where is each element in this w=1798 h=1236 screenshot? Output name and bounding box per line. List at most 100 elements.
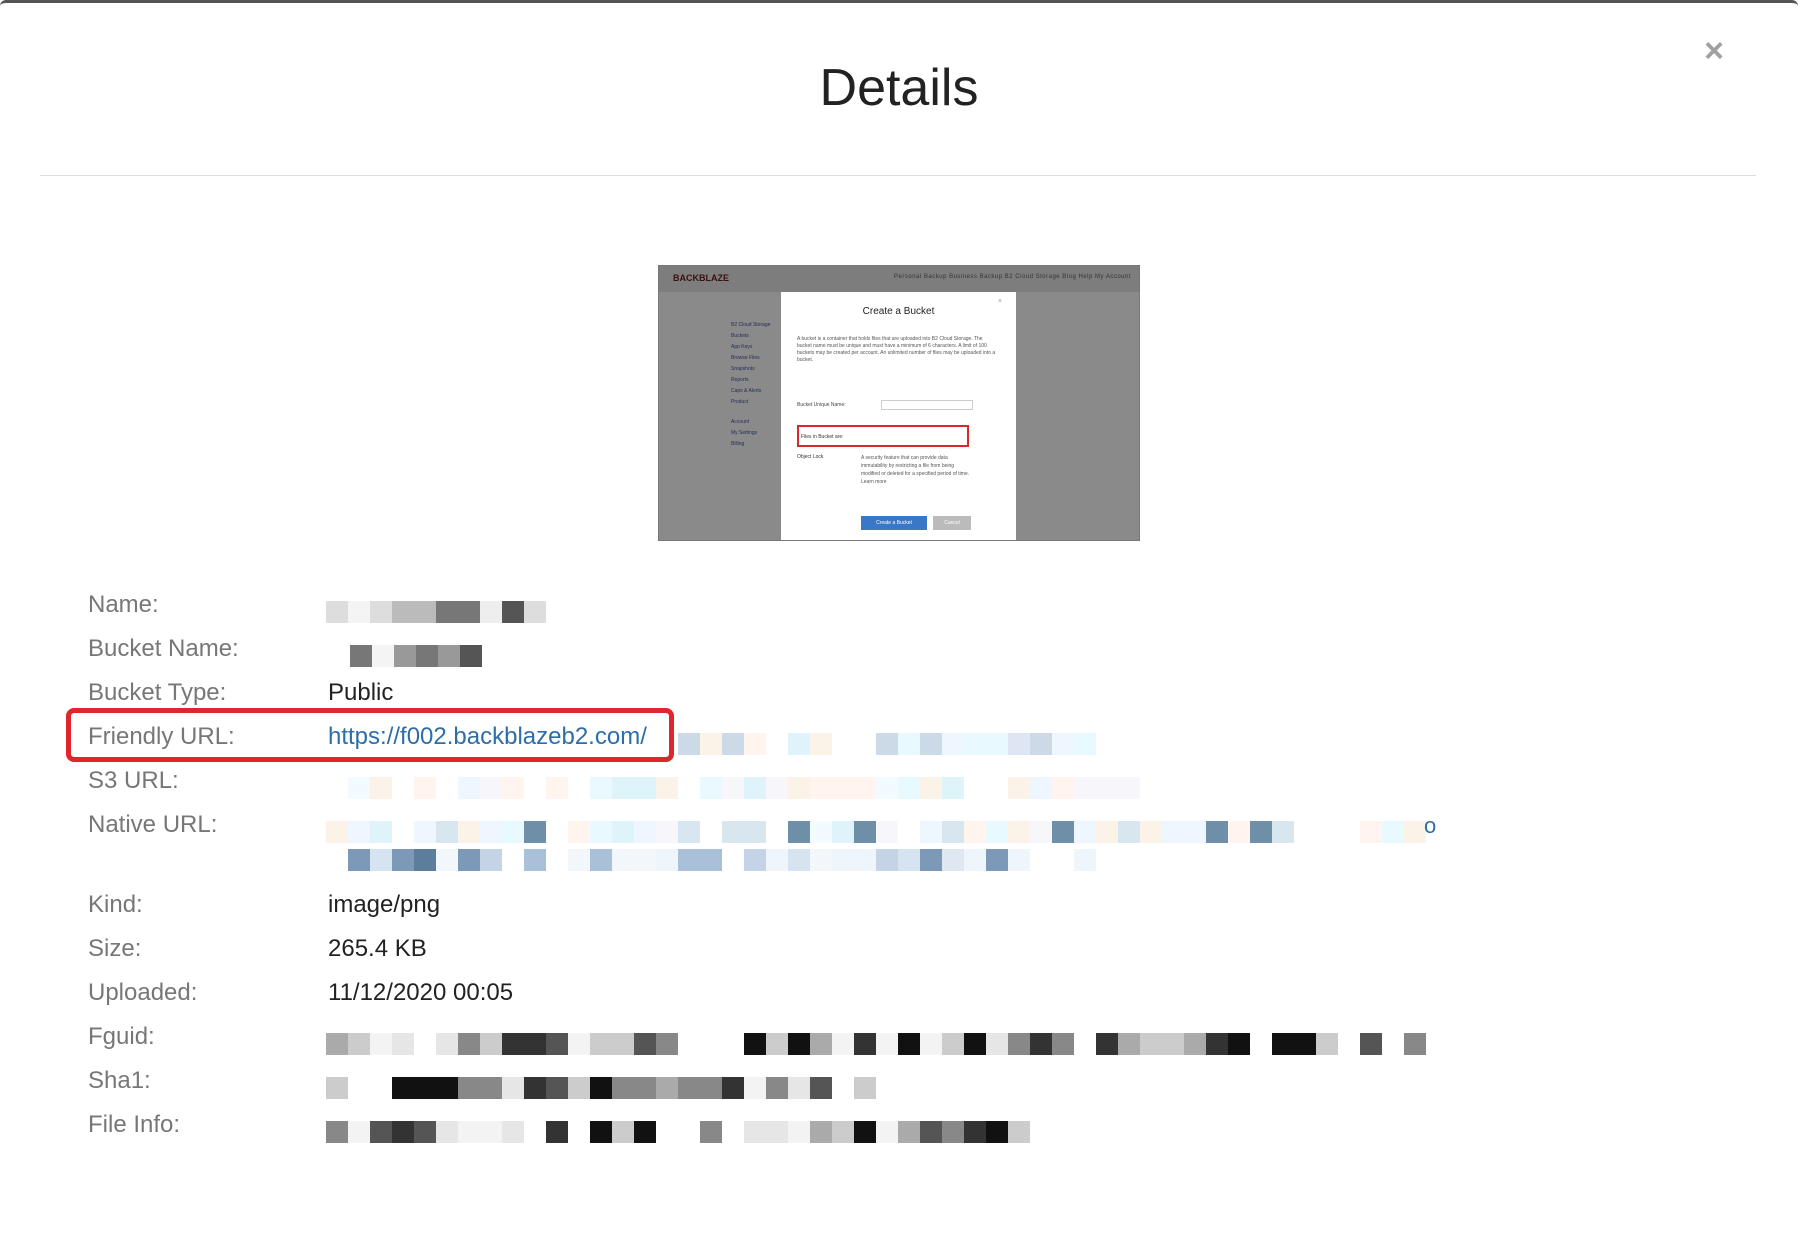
redaction-cell	[1338, 1033, 1360, 1055]
kind-label: Kind:	[88, 891, 143, 918]
redaction-cell	[438, 645, 460, 667]
redaction-cell	[590, 849, 612, 871]
redaction-cell	[678, 1121, 700, 1143]
sha1-label: Sha1:	[88, 1067, 151, 1094]
redaction-cell	[788, 1121, 810, 1143]
redaction-cell	[700, 821, 722, 843]
redaction-cell	[458, 1121, 480, 1143]
redaction-cell	[568, 821, 590, 843]
redaction-cell	[1360, 1033, 1382, 1055]
redaction-cell	[348, 849, 370, 871]
redaction-cell	[1008, 733, 1030, 755]
redaction-cell	[414, 1121, 436, 1143]
redaction-cell	[326, 601, 348, 623]
redaction-cell	[326, 1033, 348, 1055]
redaction-cell	[524, 777, 546, 799]
redaction-cell	[898, 821, 920, 843]
redaction-cell	[1140, 1033, 1162, 1055]
redaction-cell	[524, 849, 546, 871]
redaction-cell	[524, 601, 546, 623]
redaction-cell	[1118, 1033, 1140, 1055]
redaction-cell	[898, 849, 920, 871]
redaction-cell	[942, 1121, 964, 1143]
redaction-cell	[744, 849, 766, 871]
redaction-cell	[876, 849, 898, 871]
redaction-cell	[634, 1077, 656, 1099]
redaction-cell	[1074, 733, 1096, 755]
redaction-cell	[502, 1121, 524, 1143]
redaction-cell	[590, 821, 612, 843]
redaction-cell	[1074, 821, 1096, 843]
redaction-cell	[722, 849, 744, 871]
redaction-cell	[502, 1077, 524, 1099]
redaction-cell	[986, 1033, 1008, 1055]
preview-cancel-button: Cancel	[933, 516, 971, 530]
redaction-cell	[1030, 733, 1052, 755]
redaction-cell	[546, 849, 568, 871]
redaction-cell	[656, 1077, 678, 1099]
redaction-cell	[414, 1077, 436, 1099]
redaction-cell	[700, 849, 722, 871]
redaction-cell	[370, 1033, 392, 1055]
redaction-cell	[348, 1121, 370, 1143]
redaction-cell	[854, 1121, 876, 1143]
redaction-cell	[744, 1033, 766, 1055]
redaction-cell	[1052, 849, 1074, 871]
redaction-cell	[1030, 777, 1052, 799]
details-dialog: × Details BACKBLAZE Personal Backup Busi…	[0, 0, 1798, 1236]
redaction-cell	[612, 849, 634, 871]
redaction-cell	[788, 849, 810, 871]
redaction-cell	[898, 733, 920, 755]
redaction-cell	[370, 849, 392, 871]
redaction-cell	[436, 821, 458, 843]
redaction-cell	[722, 821, 744, 843]
redaction-cell	[568, 777, 590, 799]
redaction-cell	[348, 601, 370, 623]
redaction-cell	[1404, 1033, 1426, 1055]
redaction-cell	[634, 821, 656, 843]
redaction-cell	[370, 821, 392, 843]
redaction-cell	[458, 1077, 480, 1099]
preview-logo: BACKBLAZE	[673, 273, 729, 283]
preview-field-label: Bucket Unique Name:	[797, 402, 846, 408]
redaction-cell	[1008, 821, 1030, 843]
redaction-cell	[1272, 1033, 1294, 1055]
redaction-cell	[326, 849, 348, 871]
redaction-cell	[546, 777, 568, 799]
redaction-cell	[392, 1077, 414, 1099]
redaction-cell	[436, 849, 458, 871]
redaction-cell	[986, 1121, 1008, 1143]
redaction-cell	[656, 1121, 678, 1143]
redaction-cell	[656, 821, 678, 843]
redaction-cell	[524, 1033, 546, 1055]
dialog-title: Details	[819, 59, 979, 117]
redaction-cell	[416, 645, 438, 667]
redaction-cell	[964, 777, 986, 799]
redaction-cell	[700, 733, 722, 755]
preview-files-label: Files in Bucket are:	[801, 434, 844, 440]
redaction-cell	[898, 1033, 920, 1055]
redaction-cell	[876, 1033, 898, 1055]
redaction-cell	[854, 821, 876, 843]
native-url-tail[interactable]: o	[1424, 813, 1436, 839]
redaction-cell	[502, 821, 524, 843]
redaction-cell	[392, 1121, 414, 1143]
size-label: Size:	[88, 935, 142, 962]
redaction-cell	[678, 1033, 700, 1055]
redaction-cell	[700, 1121, 722, 1143]
redaction-cell	[414, 1033, 436, 1055]
redaction-cell	[810, 1121, 832, 1143]
redaction-cell	[1382, 821, 1404, 843]
redaction-cell	[414, 821, 436, 843]
native-url-label: Native URL:	[88, 811, 218, 838]
redaction-cell	[458, 777, 480, 799]
redaction-cell	[1096, 1033, 1118, 1055]
redaction-cell	[942, 821, 964, 843]
redaction-cell	[766, 849, 788, 871]
redaction-cell	[1008, 849, 1030, 871]
redaction-cell	[458, 601, 480, 623]
preview-object-lock-desc: A security feature that can provide data…	[861, 455, 970, 485]
redaction-cell	[392, 1033, 414, 1055]
redaction-cell	[1074, 1033, 1096, 1055]
redaction-cell	[722, 1077, 744, 1099]
